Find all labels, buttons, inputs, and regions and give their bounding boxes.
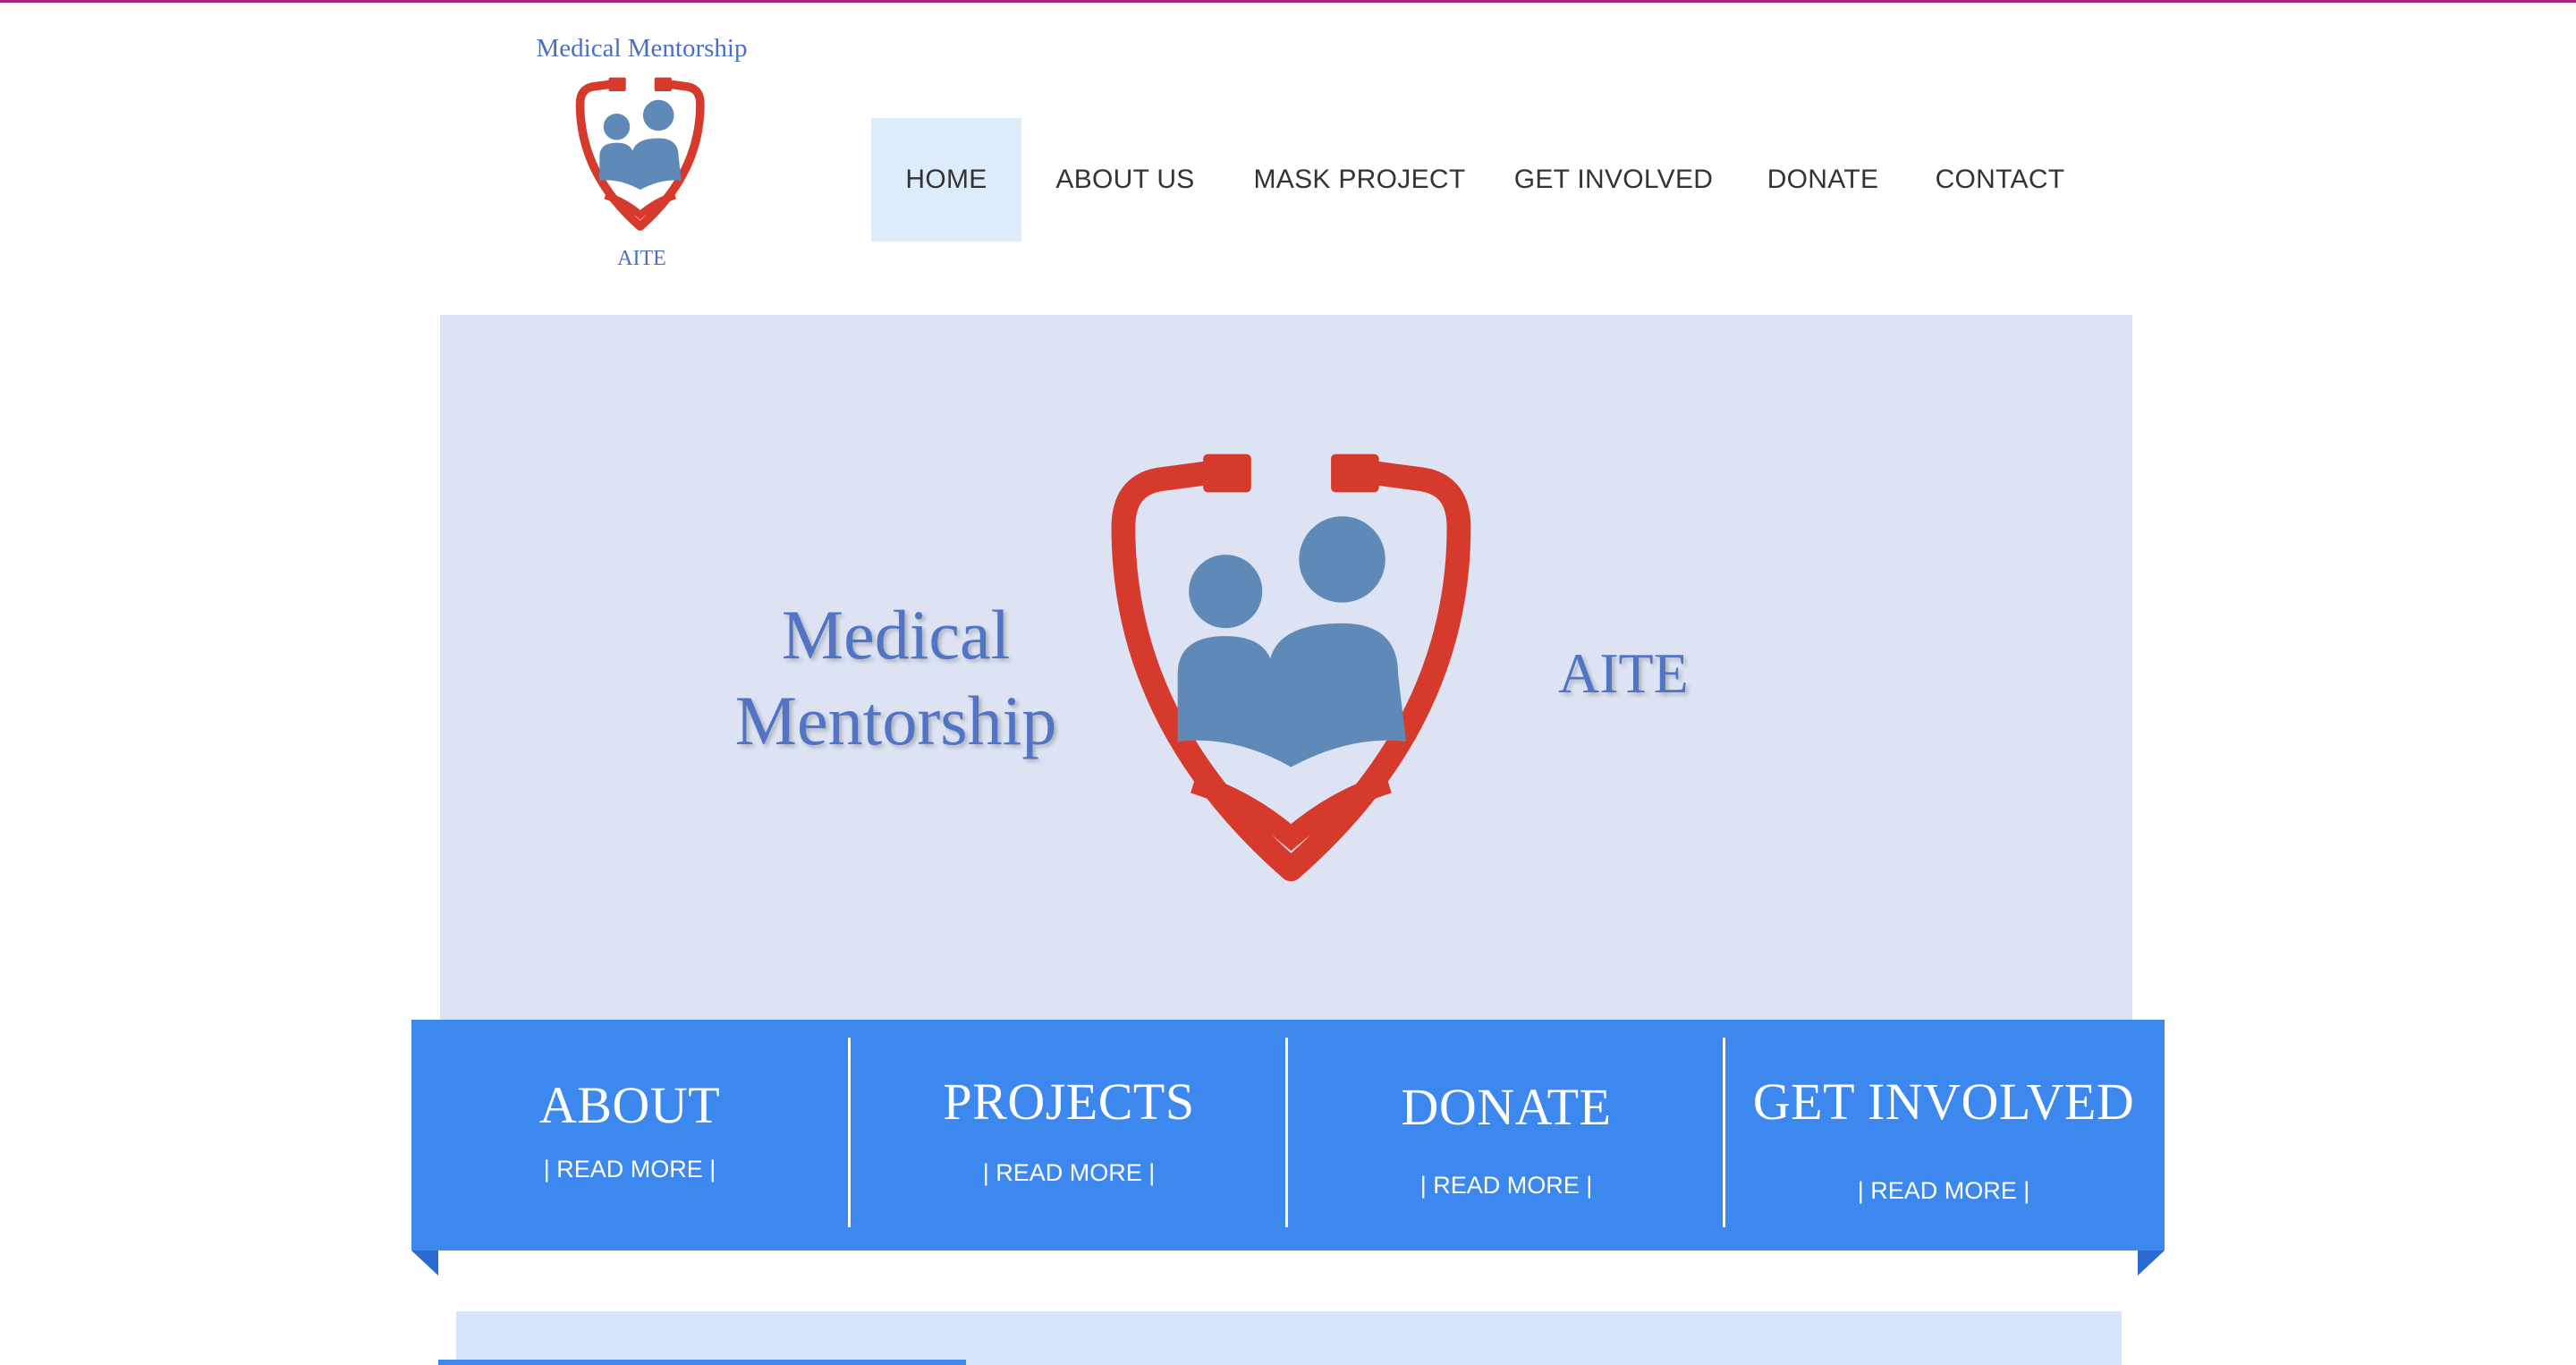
band-column-donate: DONATE | READ MORE | (1288, 1020, 1724, 1251)
nav-about-us[interactable]: ABOUT US (1021, 118, 1229, 242)
main-nav: HOME ABOUT US MASK PROJECT GET INVOLVED … (871, 118, 2091, 242)
read-more-projects-link[interactable]: | READ MORE | (851, 1159, 1287, 1187)
nav-mask-project[interactable]: MASK PROJECT (1229, 118, 1490, 242)
hero-aite: AITE (1558, 641, 1689, 705)
band-title-donate: DONATE (1401, 1078, 1612, 1136)
read-more-donate-link[interactable]: | READ MORE | (1288, 1172, 1724, 1200)
band-column-about: ABOUT | READ MORE | (411, 1020, 848, 1251)
read-more-about-link[interactable]: | READ MORE | (411, 1156, 848, 1183)
site-logo[interactable]: Medical Mentorship AITE (528, 34, 756, 276)
nav-contact[interactable]: CONTACT (1909, 118, 2091, 242)
nav-donate[interactable]: DONATE (1737, 118, 1909, 242)
band-column-projects: PROJECTS | READ MORE | (851, 1020, 1287, 1251)
stethoscope-people-emblem-icon (1111, 454, 1471, 882)
band-title-projects: PROJECTS (943, 1072, 1195, 1131)
nav-home[interactable]: HOME (871, 118, 1021, 242)
band-column-get-involved: GET INVOLVED | READ MORE | (1725, 1020, 2162, 1251)
band-fold-left (411, 1251, 438, 1276)
logo-title: Medical Mentorship (536, 34, 748, 63)
band-fold-right (2138, 1251, 2165, 1276)
stethoscope-people-logo-icon (575, 77, 705, 231)
content-panel (456, 1311, 2122, 1365)
band-title-get-involved: GET INVOLVED (1752, 1072, 2135, 1131)
hero-title-line2: Mentorship (734, 682, 1057, 759)
hero-banner: Medical Mentorship AITE (440, 315, 2132, 1022)
content-accent-bar (438, 1360, 966, 1365)
band-title-about: ABOUT (538, 1076, 721, 1134)
top-accent-line (0, 0, 2576, 3)
nav-get-involved[interactable]: GET INVOLVED (1490, 118, 1737, 242)
hero-title: Medical Mentorship (728, 592, 1063, 764)
read-more-get-involved-link[interactable]: | READ MORE | (1725, 1177, 2162, 1205)
info-band: ABOUT | READ MORE | PROJECTS | READ MORE… (411, 1020, 2165, 1251)
hero-title-line1: Medical (781, 596, 1011, 674)
logo-subtitle: AITE (617, 247, 666, 270)
